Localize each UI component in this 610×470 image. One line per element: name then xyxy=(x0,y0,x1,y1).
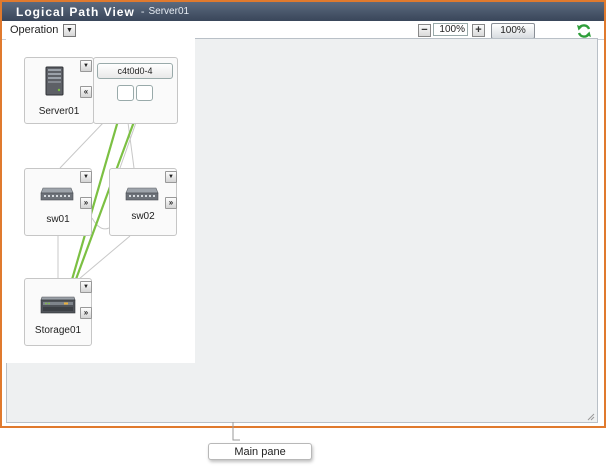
sw02-menu-button[interactable]: ▼ xyxy=(165,171,177,183)
double-chevron-right-icon: » xyxy=(83,198,89,207)
switch-icon xyxy=(125,187,159,201)
titlebar: Logical Path View - Server01 xyxy=(2,2,604,21)
switch-node-sw02[interactable]: sw02 ▼ » xyxy=(109,168,177,236)
title-separator: - xyxy=(140,5,145,18)
chevron-down-icon: ▼ xyxy=(83,63,89,69)
sw02-expand-button[interactable]: » xyxy=(165,197,177,209)
storage-expand-button[interactable]: » xyxy=(80,307,92,319)
window-title: Logical Path View xyxy=(16,4,135,19)
switch-icon xyxy=(40,187,74,201)
refresh-icon xyxy=(577,24,591,38)
double-chevron-right-icon: » xyxy=(168,198,174,207)
chevron-down-icon: ▼ xyxy=(168,174,174,180)
resize-grip-icon[interactable] xyxy=(587,413,595,421)
server-label: Server01 xyxy=(38,106,80,117)
callout-pointer xyxy=(232,422,240,441)
storage-icon xyxy=(40,296,76,314)
minus-icon: − xyxy=(421,24,428,36)
server-icon xyxy=(45,66,64,96)
zoom-in-button[interactable]: + xyxy=(472,24,485,37)
chevron-down-icon: ▼ xyxy=(83,284,89,290)
operation-label: Operation xyxy=(10,24,59,36)
double-chevron-right-icon: » xyxy=(83,308,89,317)
server-collapse-button[interactable]: « xyxy=(80,86,92,98)
chevron-down-icon: ▼ xyxy=(66,27,73,34)
port-1[interactable] xyxy=(117,85,134,101)
chevron-down-icon: ▼ xyxy=(83,174,89,180)
storage-node[interactable]: Storage01 ▼ » xyxy=(24,278,92,346)
sw02-label: sw02 xyxy=(131,211,155,222)
double-chevron-left-icon: « xyxy=(83,87,89,96)
port-2[interactable] xyxy=(136,85,153,101)
path-chip[interactable]: c4t0d0-4 xyxy=(97,63,173,79)
main-pane-callout: Main pane xyxy=(208,443,312,460)
storage-label: Storage01 xyxy=(34,325,82,336)
switch-node-sw01[interactable]: sw01 ▼ » xyxy=(24,168,92,236)
refresh-button[interactable] xyxy=(576,23,592,39)
storage-menu-button[interactable]: ▼ xyxy=(80,281,92,293)
server-menu-button[interactable]: ▼ xyxy=(80,60,92,72)
plus-icon: + xyxy=(475,24,482,36)
zoom-out-button[interactable]: − xyxy=(418,24,431,37)
sw01-menu-button[interactable]: ▼ xyxy=(80,171,92,183)
sw01-label: sw01 xyxy=(46,214,70,225)
server-node[interactable]: Server01 ▼ « xyxy=(24,57,94,124)
window-subtitle: Server01 xyxy=(148,6,190,17)
zoom-reset-button[interactable]: 100% xyxy=(491,23,535,39)
sw01-expand-button[interactable]: » xyxy=(80,197,92,209)
zoom-level-input[interactable]: 100% xyxy=(433,23,468,36)
operation-dropdown-button[interactable]: ▼ xyxy=(63,24,76,37)
